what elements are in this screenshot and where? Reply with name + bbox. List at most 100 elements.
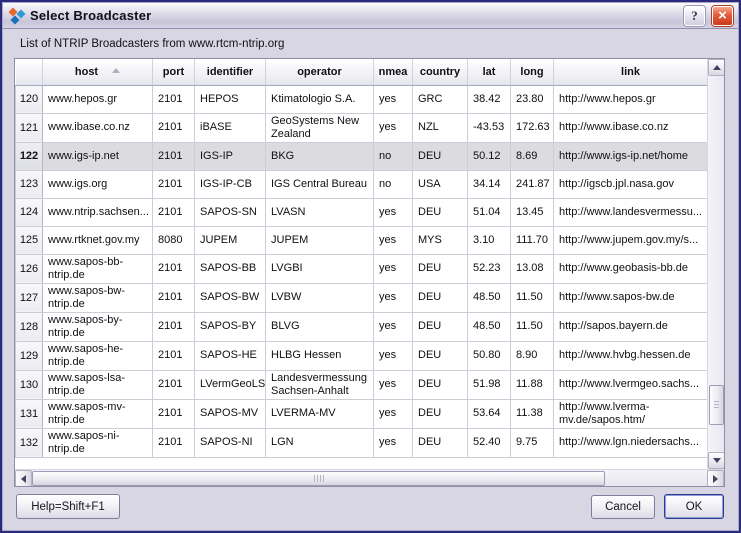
cell-long: 172.63 (511, 113, 554, 142)
cell-link: http://www.jupem.gov.my/s... (554, 226, 708, 254)
cell-host: www.rtknet.gov.my (43, 226, 153, 254)
column-header-identifier[interactable]: identifier (195, 59, 266, 85)
cell-country: DEU (413, 341, 468, 370)
cell-link: http://www.sapos-bw.de (554, 283, 708, 312)
cell-long: 111.70 (511, 226, 554, 254)
cell-port: 2101 (153, 370, 195, 399)
row-number: 121 (16, 113, 43, 142)
cell-country: DEU (413, 399, 468, 428)
select-broadcaster-dialog: Select Broadcaster ? × List of NTRIP Bro… (0, 0, 741, 533)
cell-operator: Landesvermessung Sachsen-Anhalt (266, 370, 374, 399)
cell-operator: LVGBI (266, 254, 374, 283)
column-header-country[interactable]: country (413, 59, 468, 85)
cell-host: www.sapos-by-ntrip.de (43, 312, 153, 341)
table-row[interactable]: 126www.sapos-bb-ntrip.de2101SAPOS-BBLVGB… (16, 254, 708, 283)
titlebar-help-button[interactable]: ? (684, 6, 705, 26)
cell-identifier: SAPOS-HE (195, 341, 266, 370)
column-header-host[interactable]: host (43, 59, 153, 85)
scroll-down-button[interactable] (708, 452, 725, 469)
table-row[interactable]: 122www.igs-ip.net2101IGS-IPBKGnoDEU50.12… (16, 142, 708, 170)
cell-link: http://igscb.jpl.nasa.gov (554, 170, 708, 198)
window-title: Select Broadcaster (30, 8, 677, 23)
corner-header (16, 59, 43, 85)
vertical-scrollbar[interactable] (707, 59, 724, 469)
table-row[interactable]: 132www.sapos-ni-ntrip.de2101SAPOS-NILGNy… (16, 428, 708, 457)
vertical-scroll-thumb[interactable] (709, 385, 724, 425)
column-header-operator[interactable]: operator (266, 59, 374, 85)
cell-operator: IGS Central Bureau (266, 170, 374, 198)
cell-link: http://www.igs-ip.net/home (554, 142, 708, 170)
cell-identifier: SAPOS-BY (195, 312, 266, 341)
column-header-nmea[interactable]: nmea (374, 59, 413, 85)
help-button[interactable]: Help=Shift+F1 (16, 494, 120, 519)
cell-identifier: SAPOS-MV (195, 399, 266, 428)
cell-link: http://www.lverma-mv.de/sapos.htm/ (554, 399, 708, 428)
cell-link: http://www.ibase.co.nz (554, 113, 708, 142)
cell-link: http://sapos.bayern.de (554, 312, 708, 341)
cell-country: DEU (413, 254, 468, 283)
cell-host: www.sapos-bw-ntrip.de (43, 283, 153, 312)
row-number: 127 (16, 283, 43, 312)
column-header-lat[interactable]: lat (468, 59, 511, 85)
close-button[interactable]: × (712, 6, 733, 26)
column-header-link[interactable]: link (554, 59, 708, 85)
cell-operator: LVASN (266, 198, 374, 226)
cell-link: http://www.landesvermessu... (554, 198, 708, 226)
cell-long: 23.80 (511, 85, 554, 113)
table-row[interactable]: 120www.hepos.gr2101HEPOSKtimatologio S.A… (16, 85, 708, 113)
cell-identifier: JUPEM (195, 226, 266, 254)
cell-lat: 51.98 (468, 370, 511, 399)
row-number: 126 (16, 254, 43, 283)
table-row[interactable]: 129www.sapos-he-ntrip.de2101SAPOS-HEHLBG… (16, 341, 708, 370)
cell-operator: LVBW (266, 283, 374, 312)
column-header-port[interactable]: port (153, 59, 195, 85)
cell-country: DEU (413, 370, 468, 399)
horizontal-scrollbar[interactable] (15, 469, 724, 486)
scroll-up-button[interactable] (708, 59, 725, 76)
cell-lat: 51.04 (468, 198, 511, 226)
cell-host: www.igs-ip.net (43, 142, 153, 170)
cell-identifier: IGS-IP (195, 142, 266, 170)
cell-nmea: yes (374, 254, 413, 283)
titlebar[interactable]: Select Broadcaster ? × (3, 3, 738, 29)
cell-host: www.sapos-mv-ntrip.de (43, 399, 153, 428)
row-number: 125 (16, 226, 43, 254)
ok-button[interactable]: OK (664, 494, 724, 519)
cell-operator: BKG (266, 142, 374, 170)
cell-country: MYS (413, 226, 468, 254)
cancel-button[interactable]: Cancel (591, 495, 655, 519)
table-row[interactable]: 125www.rtknet.gov.my8080JUPEMJUPEMyesMYS… (16, 226, 708, 254)
horizontal-scroll-thumb[interactable] (32, 471, 605, 486)
arrow-right-icon (713, 475, 718, 483)
table-row[interactable]: 131www.sapos-mv-ntrip.de2101SAPOS-MVLVER… (16, 399, 708, 428)
cell-lat: 50.12 (468, 142, 511, 170)
table-row[interactable]: 124www.ntrip.sachsen...2101SAPOS-SNLVASN… (16, 198, 708, 226)
table-row[interactable]: 130www.sapos-lsa-ntrip.de2101LVermGeoLSA… (16, 370, 708, 399)
cell-lat: 38.42 (468, 85, 511, 113)
cell-identifier: LVermGeoLSA (195, 370, 266, 399)
cell-country: NZL (413, 113, 468, 142)
cell-link: http://www.hvbg.hessen.de (554, 341, 708, 370)
cell-lat: 34.14 (468, 170, 511, 198)
table-row[interactable]: 121www.ibase.co.nz2101iBASEGeoSystems Ne… (16, 113, 708, 142)
table-row[interactable]: 123www.igs.org2101IGS-IP-CBIGS Central B… (16, 170, 708, 198)
cell-operator: JUPEM (266, 226, 374, 254)
scroll-left-button[interactable] (15, 470, 32, 487)
broadcaster-grid: host port identifier operator nmea count… (15, 59, 708, 458)
table-row[interactable]: 127www.sapos-bw-ntrip.de2101SAPOS-BWLVBW… (16, 283, 708, 312)
column-header-long[interactable]: long (511, 59, 554, 85)
cell-country: DEU (413, 198, 468, 226)
cell-long: 241.87 (511, 170, 554, 198)
cell-host: www.ntrip.sachsen... (43, 198, 153, 226)
cell-identifier: SAPOS-NI (195, 428, 266, 457)
table-row[interactable]: 128www.sapos-by-ntrip.de2101SAPOS-BYBLVG… (16, 312, 708, 341)
row-number: 128 (16, 312, 43, 341)
cell-nmea: yes (374, 85, 413, 113)
cell-identifier: IGS-IP-CB (195, 170, 266, 198)
cell-identifier: SAPOS-BB (195, 254, 266, 283)
cell-port: 2101 (153, 85, 195, 113)
cell-lat: 48.50 (468, 283, 511, 312)
cell-country: DEU (413, 428, 468, 457)
scroll-right-button[interactable] (707, 470, 724, 487)
cell-host: www.sapos-he-ntrip.de (43, 341, 153, 370)
